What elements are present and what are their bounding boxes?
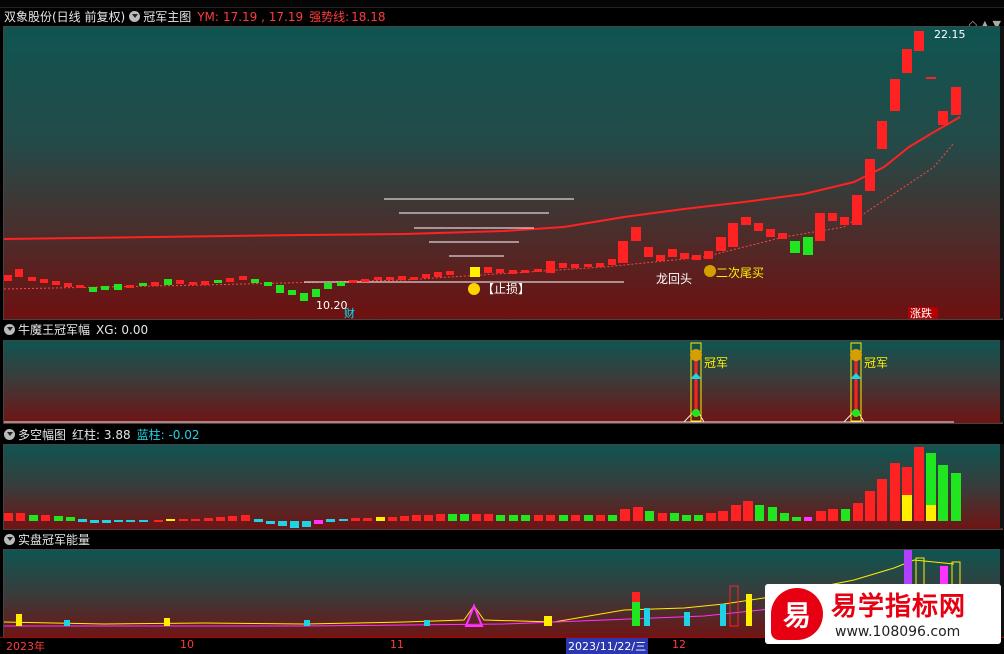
vertical-scrollbar[interactable] [1000,26,1004,318]
champion-label-2: 冠军 [864,356,888,370]
dragon-back-label: 龙回头 [656,272,692,286]
champion-amplitude-pane[interactable]: 冠军 冠军 [3,340,1003,424]
time-label-nov: 11 [390,638,404,651]
watermark-title: 易学指标网 [831,592,967,622]
ym-label: YM: [197,9,219,24]
watermark-logo: 易 易学指标网 www.108096.com [765,584,1001,644]
money-bag-icon [704,265,716,277]
pane2-title-bar: 牛魔王冠军幅 XG: 0.00 [0,321,1004,338]
pane3-blue-label: 蓝柱: -0.02 [136,428,200,442]
cai-tag: 财 [344,306,355,319]
ym-values: 17.19 , 17.19 [222,9,304,24]
stock-title: 双象股份(日线 前复权) [4,10,126,24]
smiley-icon [468,283,480,295]
long-short-bars [4,447,961,528]
champion-label-1: 冠军 [704,356,728,370]
indicator-name[interactable]: 冠军主图 [143,8,191,25]
indicator-dropdown-icon[interactable] [129,11,141,22]
time-label-year: 2023年 [6,640,45,653]
main-pane-title-bar: 双象股份(日线 前复权) 冠军主图 YM: 17.19 , 17.19 强势线:… [0,8,1004,31]
watermark-icon: 易 [771,588,823,640]
time-label-oct: 10 [180,638,194,651]
pane2-value: XG: 0.00 [96,322,149,337]
bars-row [4,447,961,528]
signal-chart: 冠军 冠军 [4,342,954,423]
pane2-title[interactable]: 牛魔王冠军幅 [18,321,90,338]
pane2-dropdown-icon[interactable] [4,324,15,335]
trend-label: 强势线: [309,10,350,24]
pane3-title-bar: 多空幅图 红柱: 3.88 蓝柱: -0.02 [0,426,1004,443]
vertical-scrollbar-3[interactable] [1000,444,1004,528]
pane4-title[interactable]: 实盘冠军能量 [18,531,90,548]
trend-value: 18.18 [351,9,386,24]
candlestick-chart: 22.15 10.20 【止损】 龙回头 二次尾买 财 涨跌 [4,28,966,319]
high-price-label: 22.15 [934,28,966,41]
pane4-title-bar: 实盘冠军能量 [0,531,1004,548]
pane3-title[interactable]: 多空幅图 [18,426,66,443]
watermark-icon-char: 易 [782,599,811,632]
low-price-label: 10.20 [316,299,348,312]
signal-stack-2 [850,342,862,422]
time-cursor-label: 2023/11/22/三 [566,638,649,654]
pane4-dropdown-icon[interactable] [4,534,15,545]
pane3-red-label: 红柱: 3.88 [72,428,131,442]
pane3-dropdown-icon[interactable] [4,429,15,440]
candles [4,31,961,301]
time-label-dec: 12 [672,638,686,651]
top-menu-bar [0,0,1004,8]
signal-stack-1 [690,342,702,422]
second-buy-label: 二次尾买 [716,266,764,280]
long-short-pane[interactable] [3,444,1003,530]
stop-loss-label: 【止损】 [482,282,530,296]
zhangdie-tag: 涨跌 [910,306,932,319]
main-chart-pane[interactable]: 22.15 10.20 【止损】 龙回头 二次尾买 财 涨跌 [3,26,1003,320]
watermark-url: www.108096.com [835,624,961,640]
vertical-scrollbar-2[interactable] [1000,340,1004,422]
